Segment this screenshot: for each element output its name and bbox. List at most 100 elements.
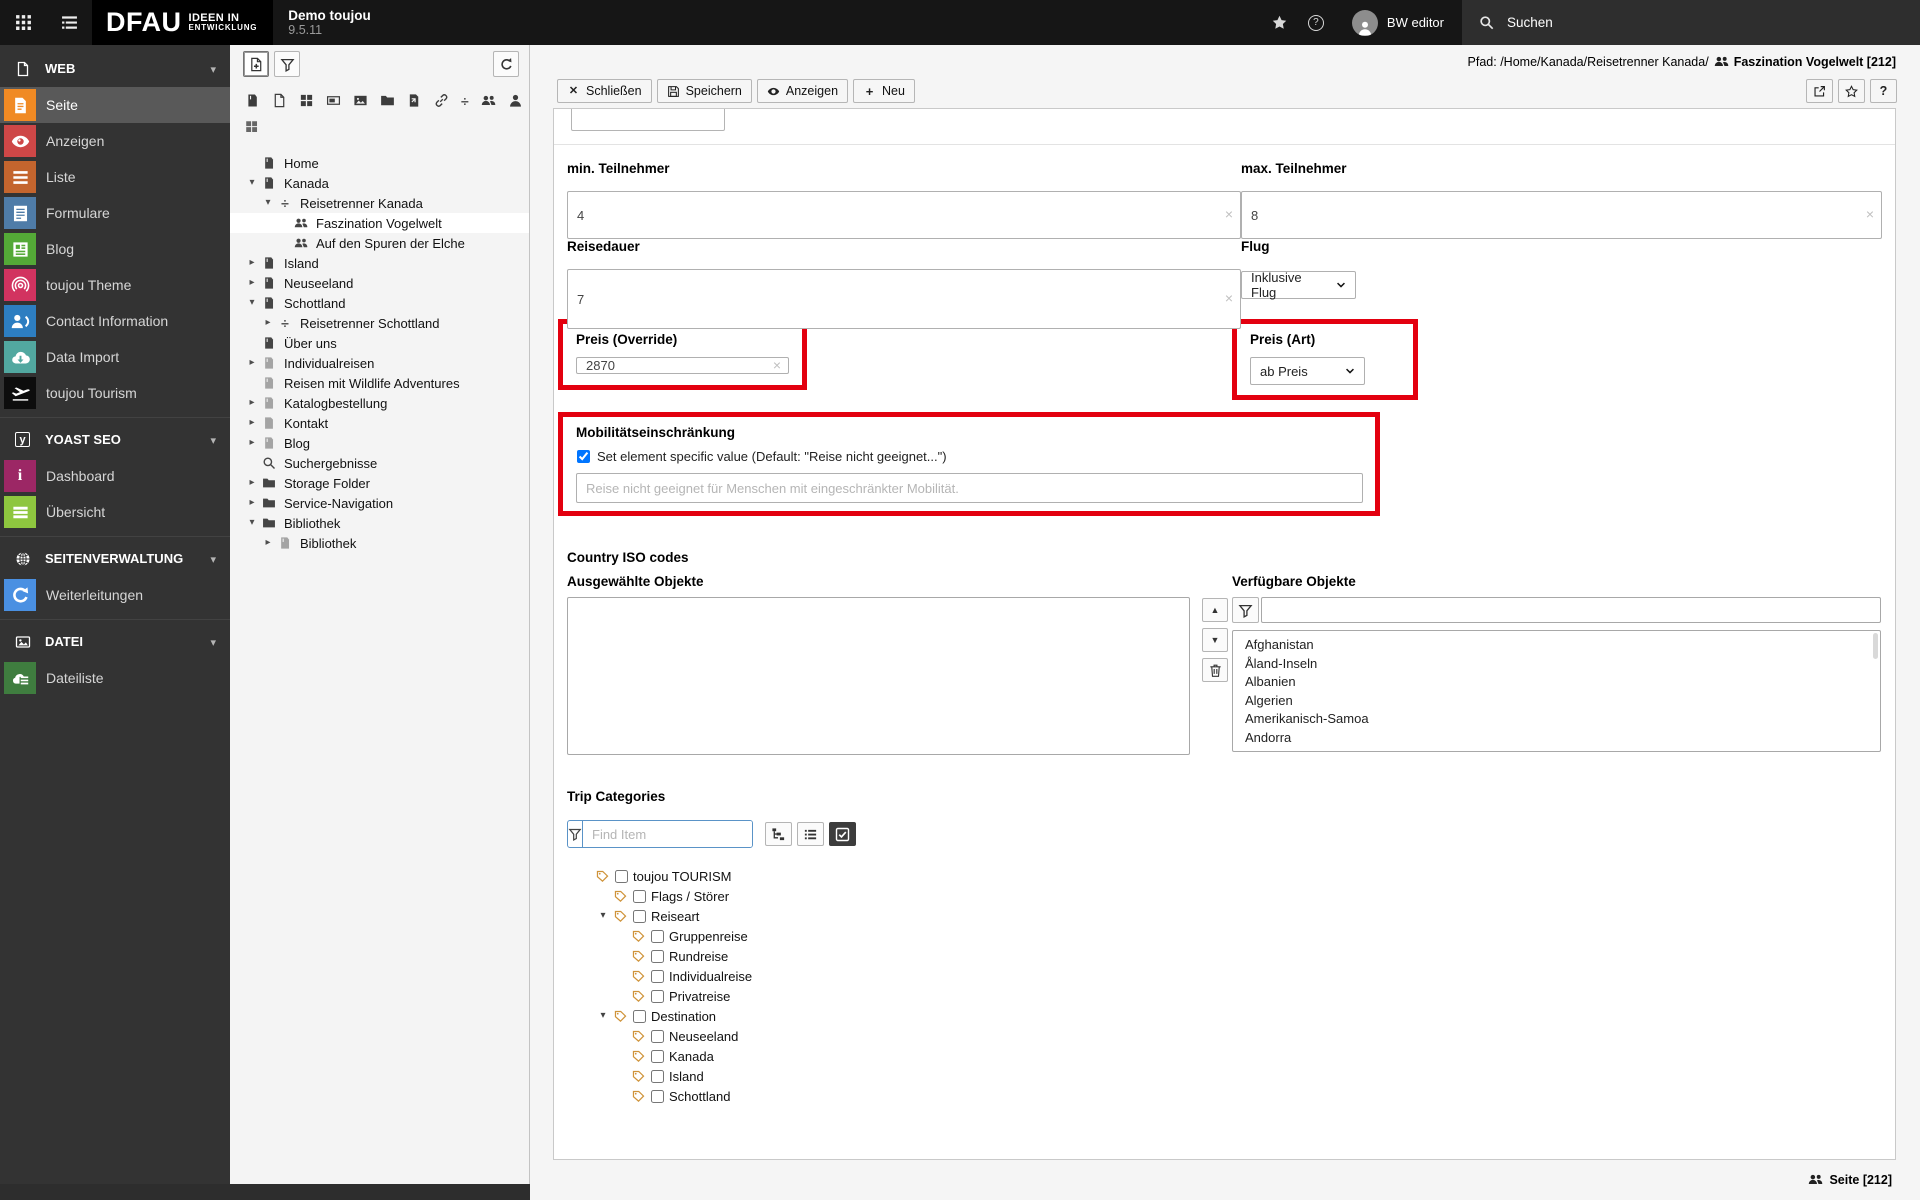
menu-section-yoast-seo[interactable]: y YOAST SEO ▾ (0, 421, 230, 458)
open-in-new-window-button[interactable] (1806, 79, 1833, 103)
category-checkbox-kanada[interactable] (651, 1049, 664, 1063)
category-checkbox-neuseeland[interactable] (651, 1029, 664, 1043)
country-filter-button[interactable] (1232, 597, 1259, 623)
sidebar-item-blog[interactable]: Blog (0, 231, 230, 267)
tree-node-service-navigation[interactable]: ▸ Service-Navigation (230, 493, 529, 513)
expand-toggle-icon[interactable]: ▸ (244, 258, 260, 268)
sidebar-item-contact-information[interactable]: Contact Information (0, 303, 230, 339)
country-option-algerien[interactable]: Algerien (1233, 692, 1880, 711)
sidebar-item-dashboard[interactable]: i Dashboard (0, 458, 230, 494)
expand-toggle-icon[interactable]: ▸ (244, 418, 260, 428)
divider-icon[interactable]: ÷ (461, 93, 469, 108)
category-checkbox-privatreise[interactable] (651, 989, 664, 1003)
tree-node-kontakt[interactable]: ▸ Kontakt (230, 413, 529, 433)
save-button[interactable]: Speichern (656, 79, 752, 103)
tree-node-bibliothek[interactable]: ▾ Bibliothek (230, 513, 529, 533)
move-up-button[interactable]: ▲ (1202, 598, 1228, 622)
folder-icon[interactable] (380, 93, 395, 108)
tree-node-auf-den-spuren-der-elche[interactable]: Auf den Spuren der Elche (230, 233, 529, 253)
tree-node-über-uns[interactable]: Über uns (230, 333, 529, 353)
expand-tree-button[interactable] (765, 822, 792, 846)
category-checkbox-destination[interactable] (633, 1009, 646, 1023)
help-button[interactable]: ? (1298, 0, 1334, 45)
expand-toggle-icon[interactable]: ▸ (244, 278, 260, 288)
sidebar-item-data-import[interactable]: Data Import (0, 339, 230, 375)
category-checkbox-gruppenreise[interactable] (651, 929, 664, 943)
bookmark-button[interactable] (1838, 79, 1865, 103)
sidebar-item-übersicht[interactable]: Übersicht (0, 494, 230, 530)
flat-list-button[interactable] (797, 822, 824, 846)
flight-select[interactable]: Inklusive Flug (1241, 270, 1356, 300)
clear-icon[interactable]: × (1225, 206, 1233, 224)
sidebar-item-liste[interactable]: Liste (0, 159, 230, 195)
remove-button[interactable] (1202, 658, 1228, 682)
menu-section-datei[interactable]: DATEI ▾ (0, 623, 230, 660)
category-checkbox-toujou-tourism[interactable] (615, 869, 628, 883)
sidebar-item-formulare[interactable]: Formulare (0, 195, 230, 231)
price-override-input[interactable] (576, 357, 789, 374)
view-button[interactable]: Anzeigen (756, 79, 849, 103)
user-group-icon[interactable] (481, 93, 496, 108)
collapse-toggle-icon[interactable]: ▾ (244, 518, 260, 528)
tree-node-faszination-vogelwelt[interactable]: Faszination Vogelwelt (230, 213, 529, 233)
sidebar-item-toujou-tourism[interactable]: toujou Tourism (0, 375, 230, 411)
clear-icon[interactable]: × (1225, 290, 1233, 308)
tree-node-storage-folder[interactable]: ▸ Storage Folder (230, 473, 529, 493)
tree-node-neuseeland[interactable]: ▸ Neuseeland (230, 273, 529, 293)
min-participants-input[interactable] (567, 191, 1241, 239)
tree-node-suchergebnisse[interactable]: Suchergebnisse (230, 453, 529, 473)
price-type-select[interactable]: ab Preis (1250, 357, 1365, 385)
collapse-toggle-icon[interactable]: ▾ (594, 911, 612, 921)
tree-node-bibliothek[interactable]: ▸ Bibliothek (230, 533, 529, 553)
collapse-toggle-icon[interactable]: ▾ (244, 298, 260, 308)
pagetree-toggle-button[interactable] (46, 0, 92, 45)
user-menu[interactable]: BW editor (1334, 0, 1462, 45)
category-checkbox-rundreise[interactable] (651, 949, 664, 963)
tree-node-blog[interactable]: ▸ Blog (230, 433, 529, 453)
tree-node-home[interactable]: Home (230, 153, 529, 173)
new-page-button[interactable] (243, 51, 269, 77)
category-filter-button[interactable] (568, 821, 583, 847)
global-search[interactable]: Suchen (1462, 0, 1920, 45)
clear-icon[interactable]: × (1866, 206, 1874, 224)
move-down-button[interactable]: ▼ (1202, 628, 1228, 652)
country-option-afghanistan[interactable]: Afghanistan (1233, 636, 1880, 655)
max-participants-input[interactable] (1241, 191, 1882, 239)
content-grid-icon[interactable] (299, 93, 314, 108)
find-item-input[interactable] (583, 821, 752, 847)
page-dark-icon[interactable] (245, 93, 260, 108)
expand-toggle-icon[interactable]: ▸ (260, 538, 276, 548)
mobility-override-checkbox[interactable] (577, 450, 590, 463)
bookmarks-button[interactable] (1262, 0, 1298, 45)
modules-toggle-button[interactable] (0, 0, 46, 45)
tree-node-island[interactable]: ▸ Island (230, 253, 529, 273)
page-shortcut-icon[interactable] (407, 93, 422, 108)
show-selected-button[interactable] (829, 822, 856, 846)
expand-toggle-icon[interactable]: ▸ (244, 478, 260, 488)
new-button[interactable]: + Neu (853, 79, 915, 103)
country-option-amerikanisch-samoa[interactable]: Amerikanisch-Samoa (1233, 710, 1880, 729)
country-filter-input[interactable] (1261, 597, 1881, 623)
tree-node-kanada[interactable]: ▾ Kanada (230, 173, 529, 193)
sidebar-item-anzeigen[interactable]: Anzeigen (0, 123, 230, 159)
expand-toggle-icon[interactable]: ▸ (244, 498, 260, 508)
mountpoint-icon[interactable] (245, 120, 258, 133)
country-option-albanien[interactable]: Albanien (1233, 673, 1880, 692)
banner-icon[interactable] (326, 93, 341, 108)
sidebar-item-dateiliste[interactable]: Dateiliste (0, 660, 230, 696)
category-checkbox-reiseart[interactable] (633, 909, 646, 923)
docheader-help-button[interactable]: ? (1870, 79, 1897, 103)
country-option-andorra[interactable]: Andorra (1233, 729, 1880, 748)
tree-node-katalogbestellung[interactable]: ▸ Katalogbestellung (230, 393, 529, 413)
user-icon[interactable] (508, 93, 523, 108)
page-outline-icon[interactable] (272, 93, 287, 108)
clear-icon[interactable]: × (773, 357, 781, 375)
available-countries-listbox[interactable]: Afghanistan Åland-Inseln Albanien Algerien A… (1232, 630, 1881, 752)
duration-input[interactable] (567, 269, 1241, 329)
mobility-text-input[interactable] (576, 473, 1363, 503)
filter-tree-button[interactable] (274, 51, 300, 77)
tree-node-reisetrenner-schottland[interactable]: ▸ ÷ Reisetrenner Schottland (230, 313, 529, 333)
link-icon[interactable] (434, 93, 449, 108)
tree-node-reisetrenner-kanada[interactable]: ▾ ÷ Reisetrenner Kanada (230, 193, 529, 213)
refresh-tree-button[interactable] (493, 51, 519, 77)
